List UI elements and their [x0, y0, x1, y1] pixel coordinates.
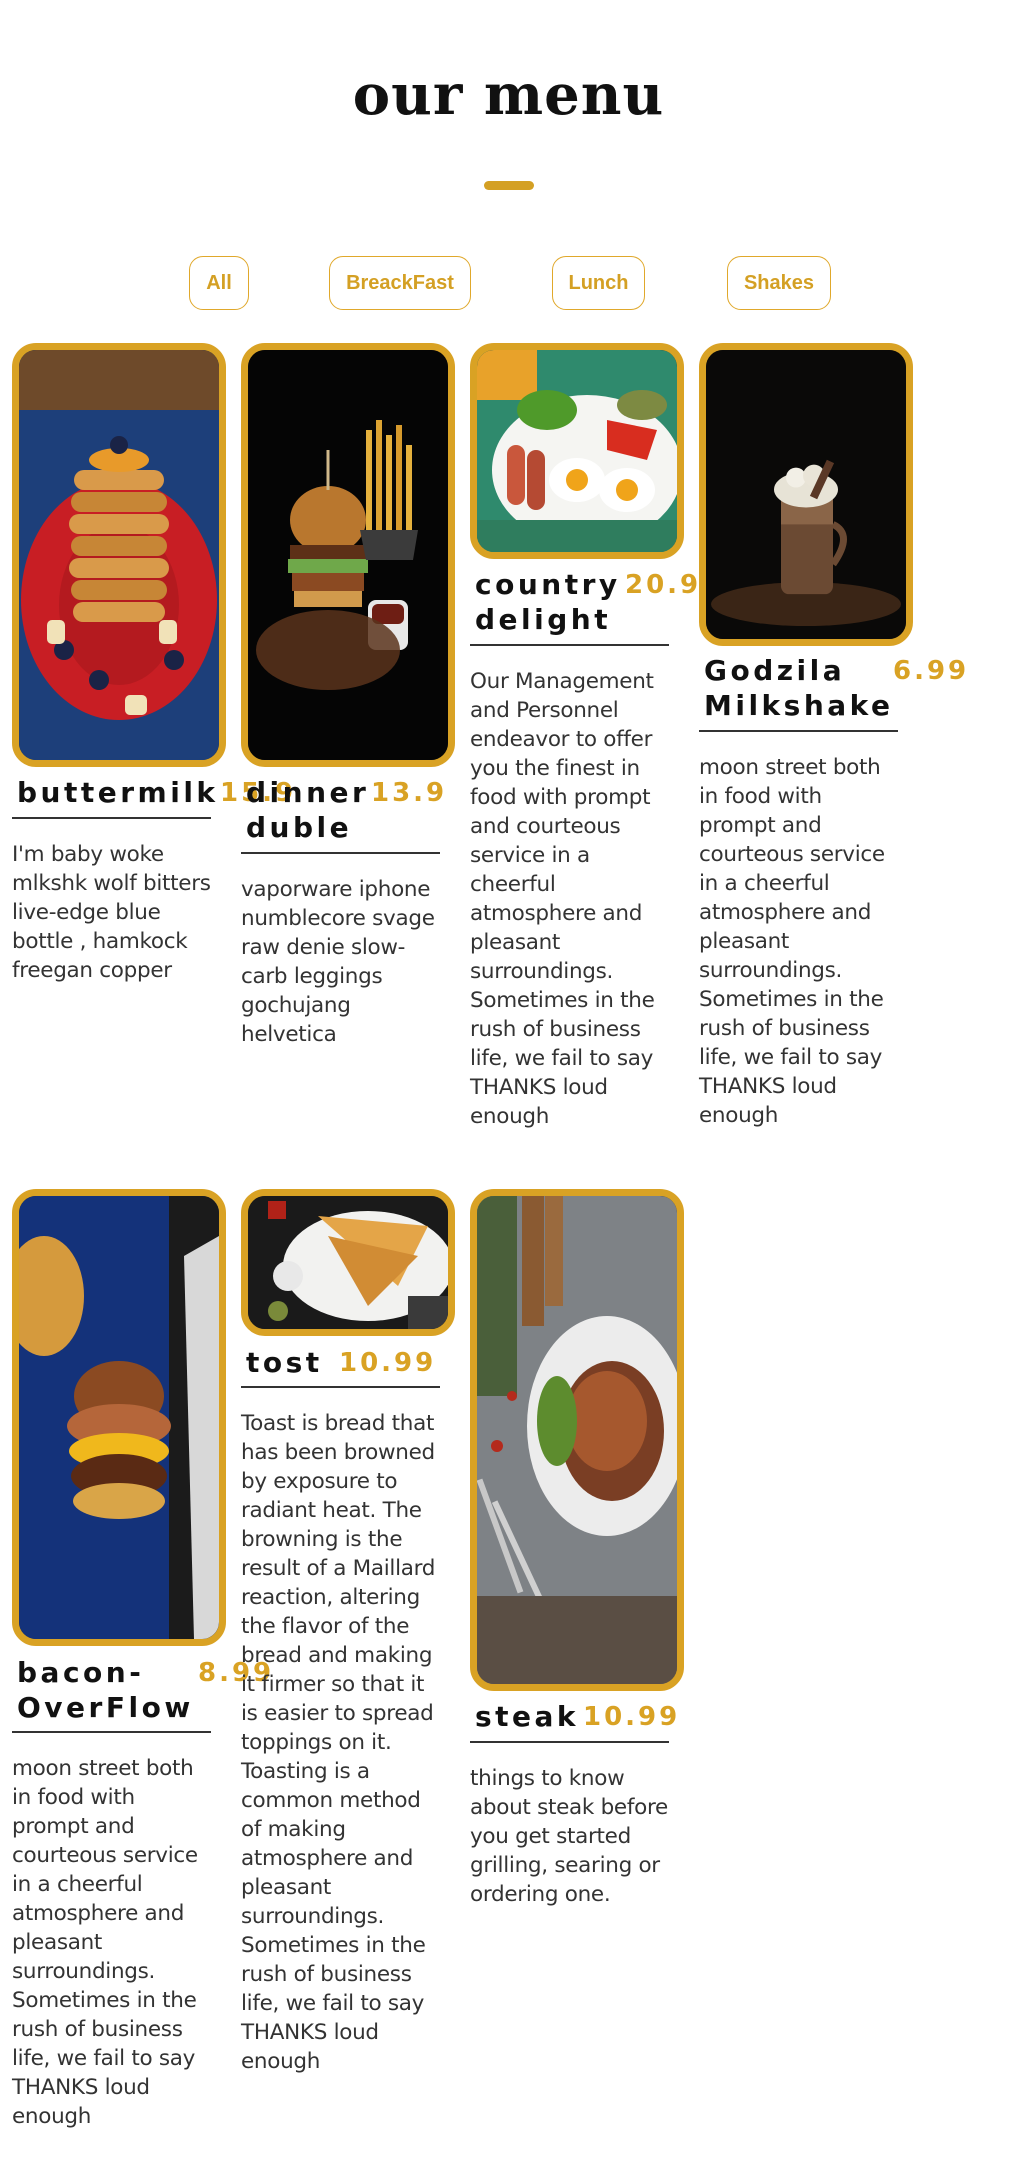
item-description: vaporware iphone numblecore svage raw de… [241, 877, 435, 1047]
item-divider [241, 1386, 440, 1388]
filter-shakes-button[interactable]: Shakes [727, 256, 831, 310]
item-price: 10.99 [583, 1702, 681, 1732]
item-price: 20.9 [625, 570, 702, 600]
chocolate-milkshake-photo [699, 343, 913, 646]
burger-and-fries-photo [241, 343, 455, 767]
item-price: 10.99 [339, 1348, 437, 1378]
item-name: buttermilk [17, 776, 219, 809]
item-price: 6.99 [893, 656, 970, 686]
item-divider [470, 1741, 669, 1743]
item-name: bacon-OverFlow [17, 1656, 194, 1724]
item-divider [470, 644, 669, 646]
item-divider [12, 1731, 211, 1733]
item-description: Toast is bread that has been browned by … [241, 1411, 436, 2074]
pancake-stack-photo [12, 343, 226, 767]
filter-breakfast-button[interactable]: BreackFast [329, 256, 471, 310]
bacon-burger-photo [12, 1189, 226, 1646]
fried-eggs-breakfast-photo [470, 343, 684, 559]
filter-all-button[interactable]: All [189, 256, 249, 310]
toast-sandwich-photo [241, 1189, 455, 1336]
item-divider [12, 817, 211, 819]
title-underline [484, 181, 534, 190]
filter-lunch-button[interactable]: Lunch [552, 256, 645, 310]
item-description: moon street both in food with prompt and… [699, 755, 885, 1128]
item-divider [241, 852, 440, 854]
item-description: Our Management and Personnel endeavor to… [470, 669, 655, 1129]
item-description: I'm baby woke mlkshk wolf bitters live-e… [12, 842, 211, 983]
item-description: things to know about steak before you ge… [470, 1766, 668, 1907]
item-name: Godzila Milkshake [704, 654, 894, 722]
grilled-steak-plate-photo [470, 1189, 684, 1691]
item-divider [699, 730, 898, 732]
item-price: 13.9 [371, 778, 448, 808]
page-title: our menu [352, 62, 665, 128]
item-description: moon street both in food with prompt and… [12, 1756, 198, 2129]
